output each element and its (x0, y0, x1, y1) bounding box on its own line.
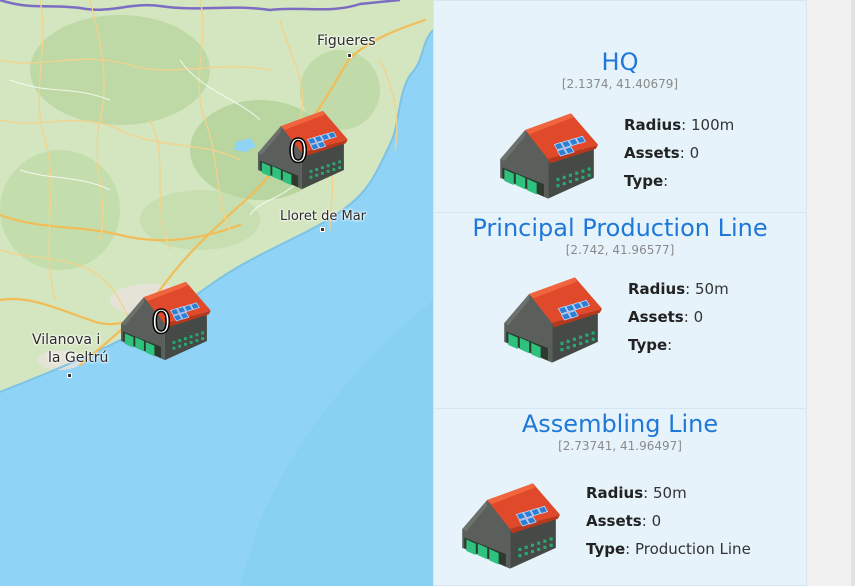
site-title[interactable]: Assembling Line (464, 409, 776, 439)
place-label-vilanova-line1: Vilanova i (32, 332, 101, 348)
assets-value: : 0 (641, 512, 662, 530)
factory-icon (494, 109, 598, 201)
factory-icon (456, 479, 560, 571)
type-label: Type (624, 172, 664, 190)
place-label-vilanova-line2: la Geltrú (48, 350, 109, 366)
site-props: Radius: 50m Assets: 0 Type: Production L… (586, 479, 751, 563)
radius-label: Radius (624, 116, 682, 134)
assets-label: Assets (586, 512, 642, 530)
radius-value: : 50m (685, 280, 729, 298)
marker-count: 0 (287, 132, 309, 170)
marker-count: 0 (150, 303, 172, 341)
page-scrollbar[interactable] (807, 0, 855, 586)
type-label: Type (628, 336, 668, 354)
assets-label: Assets (624, 144, 680, 162)
radius-value: : 100m (681, 116, 735, 134)
place-label-lloret: Lloret de Mar (280, 209, 367, 224)
site-props: Radius: 100m Assets: 0 Type: (624, 111, 734, 195)
radius-label: Radius (586, 484, 644, 502)
assets-value: : 0 (683, 308, 704, 326)
type-value: : (663, 172, 669, 190)
site-title[interactable]: HQ (464, 47, 776, 77)
site-coords: [2.742, 41.96577] (565, 243, 675, 257)
city-dot-lloret (320, 227, 325, 232)
site-props: Radius: 50m Assets: 0 Type: (628, 275, 729, 359)
site-coords: [2.73741, 41.96497] (558, 439, 682, 453)
type-value: : Production Line (625, 540, 751, 558)
site-coords: [2.1374, 41.40679] (561, 77, 679, 91)
site-card-principal-production-line[interactable]: Principal Production Line [2.742, 41.965… (434, 213, 806, 409)
map-view[interactable]: Figueres Lloret de Mar Vilanova i la Gel… (0, 0, 433, 586)
radius-value: : 50m (643, 484, 687, 502)
site-marker-hq[interactable]: 0 (115, 278, 211, 362)
site-card-hq[interactable]: HQ [2.1374, 41.40679] Radius: 100m Asset… (434, 1, 806, 213)
scrollbar-track[interactable] (851, 0, 855, 586)
sites-panel[interactable]: HQ [2.1374, 41.40679] Radius: 100m Asset… (433, 0, 807, 586)
place-label-figueres: Figueres (317, 33, 376, 49)
type-label: Type (586, 540, 626, 558)
radius-label: Radius (628, 280, 686, 298)
site-marker-cluster[interactable]: 0 (252, 107, 348, 191)
city-dot-vilanova (67, 373, 72, 378)
city-dot-figueres (347, 53, 352, 58)
assets-label: Assets (628, 308, 684, 326)
map-base (0, 0, 433, 586)
assets-value: : 0 (679, 144, 700, 162)
site-title[interactable]: Principal Production Line (464, 213, 776, 243)
site-card-assembling-line[interactable]: Assembling Line [2.73741, 41.96497] Radi… (434, 409, 806, 586)
factory-icon (498, 273, 602, 365)
type-value: : (667, 336, 673, 354)
